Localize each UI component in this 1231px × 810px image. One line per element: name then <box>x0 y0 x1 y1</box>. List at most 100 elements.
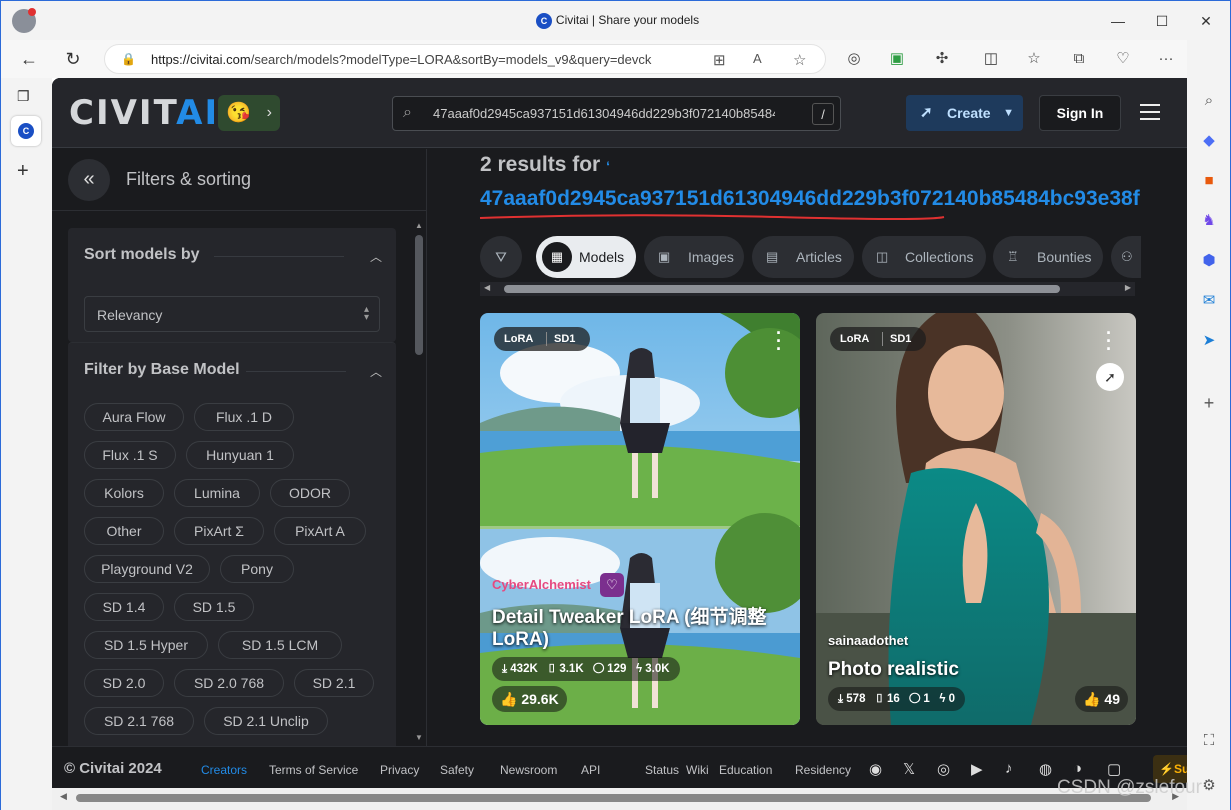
base-model-chip[interactable]: PixArt A <box>274 517 366 545</box>
tabs-scrollbar[interactable]: ◀ ▶ <box>480 282 1135 296</box>
sign-in-button[interactable]: Sign In <box>1039 95 1121 131</box>
reddit-icon[interactable]: ◍ <box>1039 760 1052 778</box>
emoji-button[interactable]: 😘 › <box>218 95 280 131</box>
card-menu-icon[interactable]: · · · <box>1106 324 1112 358</box>
puzzle-icon[interactable]: ✣ <box>931 49 953 69</box>
footer-link[interactable]: Wiki <box>686 763 709 777</box>
footer-link[interactable]: Status <box>645 763 679 777</box>
extension-icon[interactable]: ▣ <box>886 49 908 69</box>
new-tab-icon[interactable]: + <box>17 160 29 183</box>
footer-link[interactable]: Creators <box>201 763 247 777</box>
footer-link[interactable]: API <box>581 763 600 777</box>
card-title[interactable]: Photo realistic <box>828 659 959 681</box>
youtube-icon[interactable]: ▶ <box>971 760 983 778</box>
tab-articles[interactable]: ▤ Articles <box>752 236 854 278</box>
model-card[interactable]: LoRA SD1 · · · ➚ sainaadothet Photo realist… <box>816 313 1136 725</box>
base-model-chip[interactable]: Flux .1 S <box>84 441 176 469</box>
footer-link[interactable]: Safety <box>440 763 474 777</box>
discord-icon[interactable]: ◉ <box>869 760 882 778</box>
model-card[interactable]: LoRA SD1 · · · CyberAlchemist ♡ Detail Twea… <box>480 313 800 725</box>
screenshot-icon[interactable]: ⛶ <box>1198 730 1220 752</box>
close-window-button[interactable]: ✕ <box>1191 9 1221 33</box>
address-bar[interactable]: 🔒 https://civitai.com/search/models?mode… <box>104 44 826 74</box>
footer-link[interactable]: Education <box>719 763 772 777</box>
sort-select[interactable]: Relevancy ▴ ▾ <box>84 296 380 332</box>
collapse-filters-button[interactable]: « <box>68 159 110 201</box>
creator-name[interactable]: CyberAlchemist <box>492 577 591 592</box>
rocket-boost-icon[interactable]: ➚ <box>1096 363 1124 391</box>
likes-badge[interactable]: 👍 49 <box>1075 686 1128 712</box>
base-model-chip[interactable]: SD 2.1 <box>294 669 374 697</box>
base-model-chip[interactable]: Aura Flow <box>84 403 184 431</box>
base-model-chip[interactable]: Other <box>84 517 164 545</box>
base-model-chip[interactable]: SD 2.1 Unclip <box>204 707 328 735</box>
read-aloud-icon[interactable]: A <box>753 51 762 66</box>
toolbox-icon[interactable]: ■ <box>1198 170 1220 192</box>
outlook-icon[interactable]: ✉ <box>1198 290 1220 312</box>
base-model-chip[interactable]: SD 2.0 768 <box>174 669 284 697</box>
chevron-up-icon[interactable]: ︿ <box>370 248 382 265</box>
tab-collections[interactable]: ◫ Collections <box>862 236 986 278</box>
back-button[interactable]: ← <box>17 48 41 70</box>
creator-name[interactable]: sainaadothet <box>828 633 908 648</box>
favorite-star-icon[interactable]: ☆ <box>793 51 806 69</box>
footer-link[interactable]: Privacy <box>380 763 419 777</box>
github-icon[interactable]: ◑ <box>1073 760 1082 777</box>
filters-scrollbar[interactable]: ▲ ▼ <box>413 219 425 746</box>
card-menu-icon[interactable]: · · · <box>776 324 782 358</box>
base-model-chip[interactable]: Kolors <box>84 479 164 507</box>
base-model-chip[interactable]: SD 1.5 Hyper <box>84 631 208 659</box>
tiktok-icon[interactable]: ♪ <box>1005 760 1013 777</box>
sort-title[interactable]: Sort models by <box>84 246 200 264</box>
tab-bounties[interactable]: ♖ Bounties <box>993 236 1103 278</box>
base-model-chip[interactable]: SD 1.4 <box>84 593 164 621</box>
base-model-chip[interactable]: SD 2.0 <box>84 669 164 697</box>
search-icon[interactable]: ⌕ <box>1198 90 1220 112</box>
base-model-chip[interactable]: SD 1.5 <box>174 593 254 621</box>
base-model-chip[interactable]: Lumina <box>174 479 260 507</box>
x-twitter-icon[interactable]: 𝕏 <box>903 760 915 778</box>
twitch-icon[interactable]: ▢ <box>1107 760 1121 778</box>
tracking-icon[interactable]: ◎ <box>843 49 865 69</box>
base-model-title[interactable]: Filter by Base Model <box>84 361 240 379</box>
microsoft365-icon[interactable]: ⬢ <box>1198 250 1220 272</box>
tab-models[interactable]: ▦ Models <box>536 236 636 278</box>
tab-actions-icon[interactable]: ❐ <box>17 88 30 105</box>
footer-link[interactable]: Newsroom <box>500 763 557 777</box>
base-model-chip[interactable]: ODOR <box>270 479 350 507</box>
base-model-chip[interactable]: Playground V2 <box>84 555 210 583</box>
collections-icon[interactable]: ⧉ <box>1068 49 1090 69</box>
instagram-icon[interactable]: ◎ <box>937 760 950 778</box>
send-icon[interactable]: ➤ <box>1198 330 1220 352</box>
chevron-up-icon[interactable]: ︿ <box>370 363 382 380</box>
base-model-chip[interactable]: PixArt Σ <box>174 517 264 545</box>
shopping-tag-icon[interactable]: ◆ <box>1198 130 1220 152</box>
favorites-icon[interactable]: ☆ <box>1023 49 1045 69</box>
minimize-button[interactable]: — <box>1103 9 1133 33</box>
base-model-chip[interactable]: Pony <box>220 555 294 583</box>
filter-toggle-button[interactable]: ⛛ <box>480 236 522 278</box>
maximize-button[interactable]: ☐ <box>1147 9 1177 33</box>
refresh-button[interactable]: ↻ <box>61 48 85 70</box>
base-model-chip[interactable]: SD 2.1 768 <box>84 707 194 735</box>
add-sidebar-icon[interactable]: + <box>1198 392 1220 414</box>
split-screen-icon[interactable]: ◫ <box>980 49 1002 69</box>
footer-link[interactable]: Residency <box>795 763 851 777</box>
likes-badge[interactable]: 👍 29.6K <box>492 686 567 712</box>
hamburger-menu-icon[interactable] <box>1140 104 1160 122</box>
create-button[interactable]: ➚ Create ▼ <box>906 95 1023 131</box>
footer-link[interactable]: Terms of Service <box>269 763 358 777</box>
search-input[interactable]: ⌕ 47aaaf0d2945ca937151d61304946dd229b3f0… <box>392 96 841 131</box>
more-menu-icon[interactable]: ··· <box>1155 49 1177 69</box>
tab-users[interactable]: ⚇ <box>1111 236 1141 278</box>
tab-images[interactable]: ▣ Images <box>644 236 744 278</box>
base-model-chip[interactable]: Flux .1 D <box>194 403 294 431</box>
base-model-chip[interactable]: Hunyuan 1 <box>186 441 294 469</box>
performance-heart-icon[interactable]: ♡ <box>1112 49 1134 69</box>
civitai-logo[interactable]: CIVITAI <box>69 95 219 131</box>
base-model-chip[interactable]: SD 1.5 LCM <box>218 631 342 659</box>
app-grid-icon[interactable]: ⊞ <box>713 51 726 69</box>
games-icon[interactable]: ♞ <box>1198 210 1220 232</box>
tab-civitai[interactable]: C <box>11 116 41 146</box>
card-title[interactable]: Detail Tweaker LoRA (细节调整LoRA) <box>492 607 792 651</box>
